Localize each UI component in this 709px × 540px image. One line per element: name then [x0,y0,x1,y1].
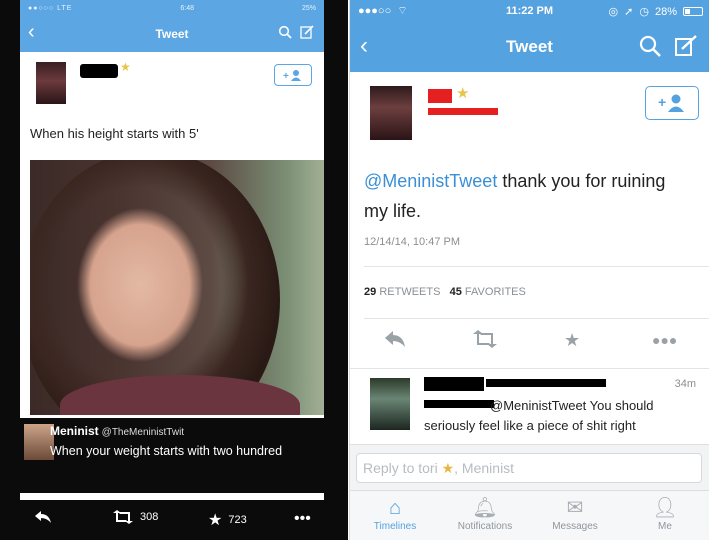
back-icon[interactable]: ‹ [360,34,368,58]
nav-title: Tweet [155,27,189,41]
add-user-icon: + [283,70,301,81]
redacted-name [80,64,118,78]
divider [364,266,709,267]
battery-label: 25% [301,4,316,12]
person-icon: 👤︎ [652,497,678,519]
right-nav-bar: ‹ Tweet [350,22,709,72]
tweet-text: When his height starts with 5' [30,126,199,141]
tab-notifications[interactable]: 🔔︎ Notifications [440,495,530,532]
reply-line-1: @MeninistTweet You should [490,398,654,413]
star-icon: ★ [120,60,131,74]
star-icon: ★ [456,85,470,102]
signal-icon: ●●○○○ LTE [28,4,73,12]
tab-messages[interactable]: ✉ Messages [530,495,620,532]
reply-icon[interactable] [34,510,52,524]
reply-line-2: seriously feel like a piece of shit righ… [424,418,636,433]
author-avatar[interactable] [370,86,412,140]
favorite-label: FAVORITES [464,286,526,298]
retweet-count[interactable]: 29 [364,286,376,298]
reply-tweet[interactable]: 34m @MeninistTweet You should seriously … [350,370,709,450]
reply-avatar[interactable] [370,378,410,430]
reply-icon[interactable] [384,330,406,353]
tab-label: Timelines [373,521,417,532]
tweet-actions: ★ ●●● [350,328,709,356]
tweet-stats: 29 RETWEETS 45 FAVORITES [364,286,526,298]
quoted-name: Meninist [50,424,99,438]
tweet-photo[interactable] [30,160,324,415]
author-avatar[interactable] [36,62,66,104]
quoted-tweet[interactable]: Meninist@TheMeninistTwit 42m When your w… [20,418,324,493]
redacted-text [424,400,494,408]
add-user-icon: + [658,94,684,112]
home-icon: ⌂ [388,497,402,519]
tab-bar: ⌂ Timelines 🔔︎ Notifications ✉ Messages … [350,490,709,540]
more-icon[interactable]: ●●● [652,332,677,348]
favorite-icon: ★ [208,512,223,529]
tweet-text: @MeninistTweet thank you for ruining my … [364,166,694,226]
svg-text:+: + [283,71,289,81]
follow-button[interactable]: + [274,64,312,86]
retweet-icon [113,510,133,524]
left-screenshot: ●●○○○ LTE 6:48 25% ‹ Tweet ★ + When his … [0,0,348,540]
tab-label: Notifications [457,521,513,532]
divider [364,318,709,319]
alarm-icon: ◷ [639,6,649,18]
favorite-icon[interactable]: ★ [564,330,580,351]
battery-label: 28% [654,5,677,18]
favorite-count[interactable]: 45 [450,286,462,298]
left-phone-screen: ●●○○○ LTE 6:48 25% ‹ Tweet ★ + When his … [20,0,324,540]
right-status-bar: ●●●○○ ⌔ 11:22 PM ◎ ➚ ◷ 28% [350,0,709,22]
quoted-body: When your weight starts with two hundred [50,444,283,458]
retweet-count: 308 [140,511,159,523]
envelope-icon: ✉ [566,497,584,519]
left-status-bar: ●●○○○ LTE 6:48 25% [20,0,324,16]
retweet-label: RETWEETS [379,286,441,298]
reply-input[interactable]: Reply to tori ★, Meninist [356,453,702,483]
follow-button[interactable]: + [645,86,699,120]
star-icon: ★ [441,460,455,476]
redacted-handle [486,379,606,387]
svg-text:+: + [658,94,666,110]
bell-icon: 🔔︎ [472,497,498,519]
lock-icon: ◎ [608,6,619,18]
retweet-button[interactable]: 308 [112,510,158,524]
reply-placeholder-suffix: , Meninist [454,460,515,476]
tweet-date: 12/14/14, 10:47 PM [364,236,461,248]
favorite-button[interactable]: ★ 723 [208,510,247,530]
nav-title: Tweet [506,37,553,56]
left-nav-bar: ‹ Tweet [20,16,324,52]
search-icon[interactable] [639,35,661,57]
battery-icon [683,7,703,16]
redacted-name [424,377,484,391]
retweet-icon[interactable] [472,330,498,353]
back-icon[interactable]: ‹ [28,22,35,42]
search-icon[interactable] [278,25,292,39]
carrier-label: LTE [57,4,73,12]
reply-composer: Reply to tori ★, Meninist [350,444,709,490]
redacted-name [428,89,452,103]
right-screenshot: ●●●○○ ⌔ 11:22 PM ◎ ➚ ◷ 28% ‹ Tweet ★ + @… [349,0,709,540]
compose-icon[interactable] [675,35,697,57]
status-time: 6:48 [180,4,195,12]
tab-me[interactable]: 👤︎ Me [620,495,709,532]
reply-time: 34m [674,378,696,390]
divider [350,368,709,369]
tab-label: Me [658,521,672,532]
location-icon: ➚ [624,6,634,18]
quoted-handle: @TheMeninistTwit [101,427,185,438]
favorite-count: 723 [228,514,247,526]
left-action-bar: 308 ★ 723 ••• [0,500,328,540]
reply-placeholder-prefix: Reply to tori [363,460,438,476]
tab-label: Messages [552,521,598,532]
more-icon[interactable]: ••• [294,510,311,528]
tweet-mention[interactable]: @MeninistTweet [364,171,497,191]
redacted-handle [428,108,498,115]
compose-icon[interactable] [300,25,314,39]
tab-timelines[interactable]: ⌂ Timelines [350,495,440,532]
